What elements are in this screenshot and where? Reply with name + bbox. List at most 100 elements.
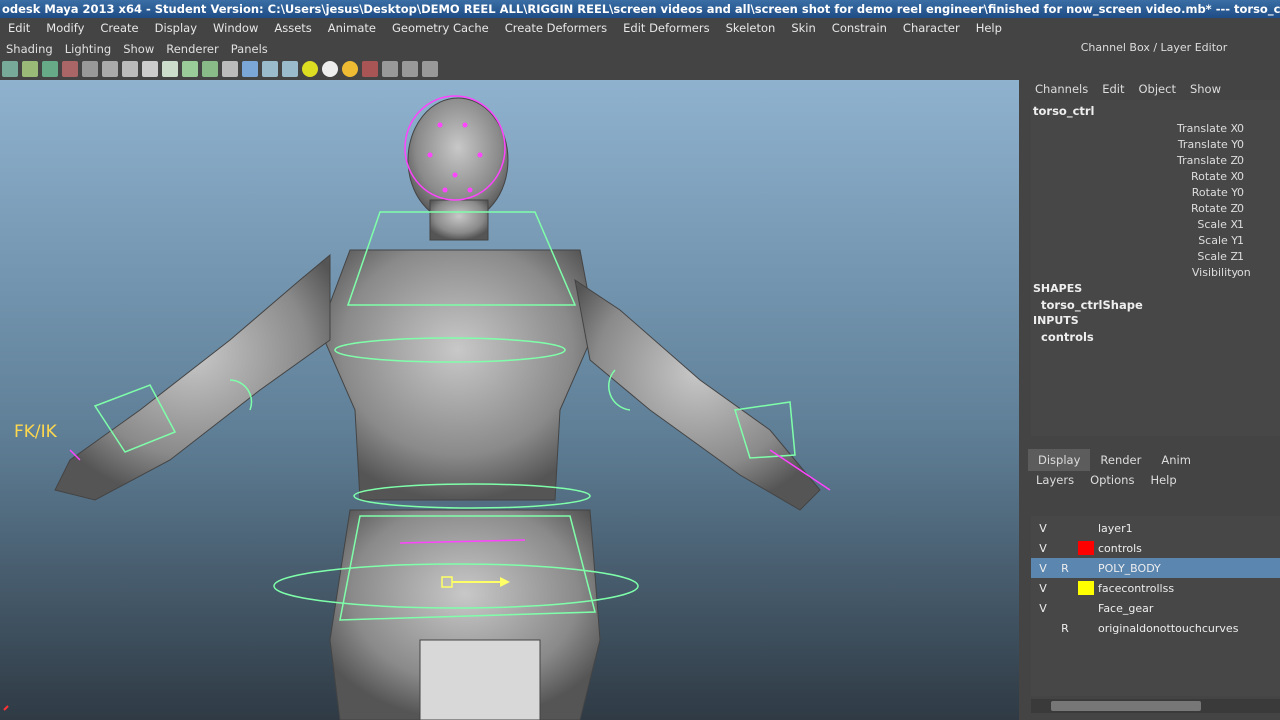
layer-color-swatch[interactable] xyxy=(1078,601,1094,615)
layer-visibility-toggle[interactable]: V xyxy=(1033,600,1053,616)
all-lights-icon[interactable] xyxy=(322,61,338,77)
layer-color-swatch[interactable] xyxy=(1078,521,1094,535)
channel-name[interactable]: Rotate Z xyxy=(1191,202,1238,215)
layer-reference-toggle[interactable] xyxy=(1055,540,1075,556)
channel-name[interactable]: Scale Y xyxy=(1198,234,1238,247)
wireframe-on-shaded-icon[interactable] xyxy=(262,61,278,77)
channel-name[interactable]: Visibility xyxy=(1192,266,1238,279)
layer-menu-options[interactable]: Options xyxy=(1082,473,1142,487)
layer-reference-toggle[interactable]: R xyxy=(1055,620,1075,636)
default-lighting-icon[interactable] xyxy=(302,61,318,77)
selected-node-name[interactable]: torso_ctrl xyxy=(1033,104,1095,118)
menu-assets[interactable]: Assets xyxy=(266,18,319,39)
bookmark-icon[interactable] xyxy=(42,61,58,77)
safe-action-icon[interactable] xyxy=(182,61,198,77)
layer-color-swatch[interactable] xyxy=(1078,621,1094,635)
perspective-viewport[interactable]: FK/IK persp xyxy=(0,80,1019,720)
channel-value[interactable]: 1 xyxy=(1237,234,1244,247)
layer-row[interactable]: V Face_gear xyxy=(1031,598,1280,618)
xray-icon[interactable] xyxy=(382,61,398,77)
camera-attributes-icon[interactable] xyxy=(22,61,38,77)
layer-color-swatch[interactable] xyxy=(1078,561,1094,575)
channel-name[interactable]: Translate Z xyxy=(1177,154,1238,167)
channel-value[interactable]: 0 xyxy=(1237,202,1244,215)
smooth-shade-icon[interactable] xyxy=(242,61,258,77)
layer-row[interactable]: V controls xyxy=(1031,538,1280,558)
channel-value[interactable]: 0 xyxy=(1237,186,1244,199)
shape-node[interactable]: torso_ctrlShape xyxy=(1041,298,1143,312)
layer-row[interactable]: V layer1 xyxy=(1031,518,1280,538)
channel-name[interactable]: Rotate X xyxy=(1191,170,1238,183)
shadows-icon[interactable] xyxy=(342,61,358,77)
channel-name[interactable]: Translate Y xyxy=(1178,138,1238,151)
menu-constrain[interactable]: Constrain xyxy=(824,18,895,39)
layer-reference-toggle[interactable] xyxy=(1055,600,1075,616)
panel-menu-shading[interactable]: Shading xyxy=(0,42,59,56)
layer-color-swatch[interactable] xyxy=(1078,541,1094,555)
film-gate-icon[interactable] xyxy=(102,61,118,77)
channel-value[interactable]: 1 xyxy=(1237,250,1244,263)
channel-value[interactable]: 1 xyxy=(1237,218,1244,231)
channel-value[interactable]: 0 xyxy=(1237,170,1244,183)
panel-menu-lighting[interactable]: Lighting xyxy=(59,42,117,56)
menu-window[interactable]: Window xyxy=(205,18,266,39)
panel-menu-panels[interactable]: Panels xyxy=(225,42,274,56)
fk-ik-switch-label[interactable]: FK/IK xyxy=(14,422,57,442)
tab-anim[interactable]: Anim xyxy=(1151,449,1201,471)
channel-menu-channels[interactable]: Channels xyxy=(1028,82,1095,96)
channel-value[interactable]: 0 xyxy=(1237,154,1244,167)
channel-menu-show[interactable]: Show xyxy=(1183,82,1228,96)
menu-animate[interactable]: Animate xyxy=(320,18,384,39)
select-camera-icon[interactable] xyxy=(2,61,18,77)
channel-value[interactable]: 0 xyxy=(1237,122,1244,135)
layer-reference-toggle[interactable] xyxy=(1055,520,1075,536)
menu-help[interactable]: Help xyxy=(968,18,1010,39)
scrollbar-thumb[interactable] xyxy=(1051,701,1201,711)
layer-visibility-toggle[interactable]: V xyxy=(1033,540,1053,556)
menu-character[interactable]: Character xyxy=(895,18,968,39)
channel-menu-edit[interactable]: Edit xyxy=(1095,82,1131,96)
gate-mask-icon[interactable] xyxy=(142,61,158,77)
tab-display[interactable]: Display xyxy=(1028,449,1091,471)
channel-name[interactable]: Translate X xyxy=(1177,122,1238,135)
isolate-select-icon[interactable] xyxy=(362,61,378,77)
layer-reference-toggle[interactable] xyxy=(1055,580,1075,596)
layer-menu-help[interactable]: Help xyxy=(1142,473,1184,487)
menu-create[interactable]: Create xyxy=(92,18,146,39)
layer-row-selected[interactable]: V R POLY_BODY xyxy=(1031,558,1280,578)
layer-visibility-toggle[interactable]: V xyxy=(1033,520,1053,536)
layer-color-swatch[interactable] xyxy=(1078,581,1094,595)
channel-value[interactable]: on xyxy=(1237,266,1251,279)
layer-visibility-toggle[interactable]: V xyxy=(1033,580,1053,596)
channel-name[interactable]: Rotate Y xyxy=(1192,186,1238,199)
menu-create-deformers[interactable]: Create Deformers xyxy=(497,18,615,39)
channel-name[interactable]: Scale X xyxy=(1197,218,1238,231)
channel-name[interactable]: Scale Z xyxy=(1197,250,1238,263)
channel-value[interactable]: 0 xyxy=(1237,138,1244,151)
panel-menu-renderer[interactable]: Renderer xyxy=(160,42,225,56)
layer-row[interactable]: V facecontrollss xyxy=(1031,578,1280,598)
image-plane-icon[interactable] xyxy=(62,61,78,77)
layer-visibility-toggle[interactable] xyxy=(1033,620,1053,636)
channel-menu-object[interactable]: Object xyxy=(1132,82,1183,96)
layer-menu-layers[interactable]: Layers xyxy=(1028,473,1082,487)
menu-edit[interactable]: Edit xyxy=(0,18,38,39)
menu-display[interactable]: Display xyxy=(147,18,205,39)
panel-menu-show[interactable]: Show xyxy=(117,42,160,56)
menu-modify[interactable]: Modify xyxy=(38,18,92,39)
input-node[interactable]: controls xyxy=(1041,330,1094,344)
menu-skin[interactable]: Skin xyxy=(783,18,823,39)
textured-icon[interactable] xyxy=(282,61,298,77)
menu-edit-deformers[interactable]: Edit Deformers xyxy=(615,18,717,39)
layer-reference-toggle[interactable]: R xyxy=(1055,560,1075,576)
xray-joints-icon[interactable] xyxy=(402,61,418,77)
layer-visibility-toggle[interactable]: V xyxy=(1033,560,1053,576)
menu-geometry-cache[interactable]: Geometry Cache xyxy=(384,18,497,39)
share-icon[interactable] xyxy=(422,61,438,77)
tab-render[interactable]: Render xyxy=(1090,449,1151,471)
resolution-gate-icon[interactable] xyxy=(122,61,138,77)
layer-list-scrollbar[interactable] xyxy=(1031,699,1280,713)
field-chart-icon[interactable] xyxy=(162,61,178,77)
pane-divider[interactable] xyxy=(1019,39,1028,720)
layer-row[interactable]: R originaldonottouchcurves xyxy=(1031,618,1280,638)
